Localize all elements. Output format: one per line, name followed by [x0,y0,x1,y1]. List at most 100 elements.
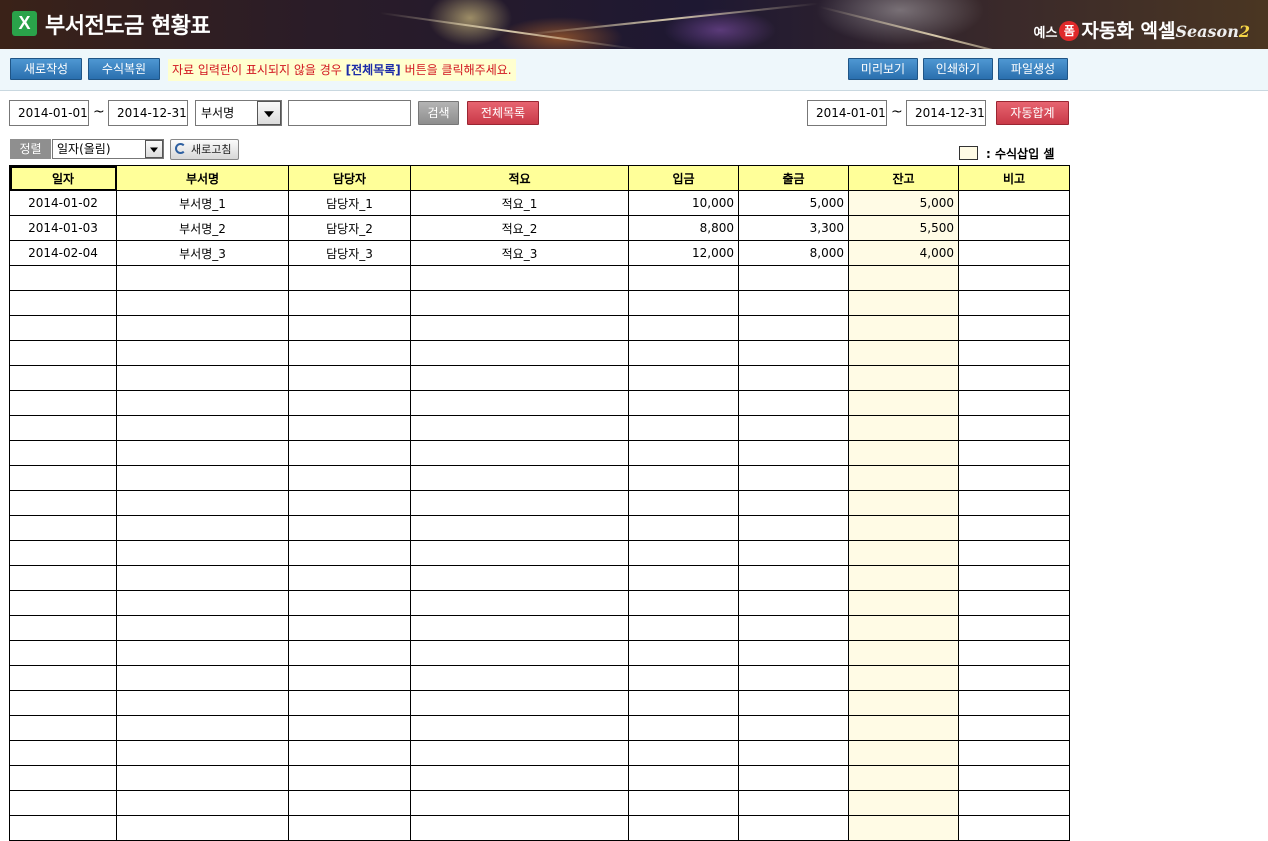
cell-department[interactable] [116,315,289,341]
cell-balance[interactable] [848,740,959,766]
column-header-deposit[interactable]: 입금 [628,165,739,191]
column-header-manager[interactable]: 담당자 [288,165,411,191]
cell-department[interactable] [116,340,289,366]
cell-withdrawal[interactable] [738,615,849,641]
cell-department[interactable] [116,815,289,841]
cell-manager[interactable] [288,615,411,641]
cell-description[interactable] [410,265,629,291]
cell-description[interactable]: 적요_3 [410,240,629,266]
column-header-balance[interactable]: 잔고 [848,165,959,191]
cell-manager[interactable] [288,665,411,691]
column-header-description[interactable]: 적요 [410,165,629,191]
cell-balance[interactable] [848,540,959,566]
cell-withdrawal[interactable] [738,440,849,466]
cell-department[interactable] [116,540,289,566]
cell-manager[interactable] [288,565,411,591]
cell-note[interactable] [958,465,1070,491]
cell-withdrawal[interactable]: 5,000 [738,190,849,216]
cell-deposit[interactable] [628,690,739,716]
cell-deposit[interactable] [628,665,739,691]
cell-balance[interactable] [848,290,959,316]
cell-manager[interactable] [288,815,411,841]
cell-deposit[interactable] [628,265,739,291]
cell-description[interactable] [410,365,629,391]
cell-description[interactable] [410,390,629,416]
cell-note[interactable] [958,215,1070,241]
cell-date[interactable] [9,340,117,366]
cell-description[interactable] [410,715,629,741]
cell-date[interactable] [9,490,117,516]
cell-deposit[interactable] [628,640,739,666]
cell-date[interactable] [9,440,117,466]
cell-description[interactable] [410,565,629,591]
cell-description[interactable] [410,615,629,641]
create-file-button[interactable]: 파일생성 [998,58,1068,80]
cell-department[interactable]: 부서명_1 [116,190,289,216]
cell-withdrawal[interactable] [738,765,849,791]
column-header-department[interactable]: 부서명 [116,165,289,191]
cell-deposit[interactable] [628,765,739,791]
cell-deposit[interactable]: 10,000 [628,190,739,216]
cell-withdrawal[interactable] [738,815,849,841]
column-header-withdrawal[interactable]: 출금 [738,165,849,191]
cell-manager[interactable] [288,765,411,791]
cell-withdrawal[interactable] [738,740,849,766]
cell-department[interactable] [116,415,289,441]
cell-note[interactable] [958,615,1070,641]
preview-button[interactable]: 미리보기 [848,58,918,80]
column-header-note[interactable]: 비고 [958,165,1070,191]
cell-balance[interactable] [848,315,959,341]
cell-manager[interactable]: 담당자_1 [288,190,411,216]
cell-description[interactable] [410,765,629,791]
cell-date[interactable] [9,740,117,766]
cell-balance[interactable] [848,590,959,616]
cell-description[interactable] [410,590,629,616]
cell-manager[interactable] [288,440,411,466]
cell-date[interactable] [9,640,117,666]
cell-withdrawal[interactable] [738,490,849,516]
cell-deposit[interactable] [628,490,739,516]
cell-department[interactable] [116,390,289,416]
cell-department[interactable] [116,740,289,766]
column-header-date[interactable]: 일자 [9,165,117,191]
restore-formula-button[interactable]: 수식복원 [88,58,160,80]
cell-withdrawal[interactable] [738,715,849,741]
cell-description[interactable] [410,740,629,766]
cell-balance[interactable] [848,715,959,741]
cell-withdrawal[interactable] [738,690,849,716]
cell-balance[interactable] [848,640,959,666]
cell-description[interactable] [410,465,629,491]
cell-deposit[interactable] [628,540,739,566]
cell-manager[interactable] [288,540,411,566]
cell-manager[interactable]: 담당자_2 [288,215,411,241]
cell-balance[interactable] [848,815,959,841]
cell-department[interactable] [116,640,289,666]
cell-note[interactable] [958,665,1070,691]
cell-manager[interactable] [288,415,411,441]
cell-balance[interactable] [848,665,959,691]
cell-deposit[interactable] [628,415,739,441]
cell-date[interactable] [9,690,117,716]
cell-balance[interactable]: 4,000 [848,240,959,266]
cell-balance[interactable]: 5,000 [848,190,959,216]
cell-balance[interactable] [848,690,959,716]
cell-withdrawal[interactable] [738,415,849,441]
end-date-input[interactable]: 2014-12-31 [108,100,188,126]
cell-note[interactable] [958,765,1070,791]
cell-withdrawal[interactable] [738,590,849,616]
cell-description[interactable] [410,290,629,316]
cell-withdrawal[interactable] [738,365,849,391]
refresh-button[interactable]: 새로고침 [170,139,239,160]
print-button[interactable]: 인쇄하기 [923,58,993,80]
cell-withdrawal[interactable] [738,565,849,591]
cell-description[interactable] [410,340,629,366]
start-date-input[interactable]: 2014-01-01 [9,100,89,126]
cell-withdrawal[interactable] [738,340,849,366]
cell-date[interactable] [9,590,117,616]
cell-deposit[interactable] [628,465,739,491]
cell-deposit[interactable] [628,715,739,741]
cell-withdrawal[interactable]: 8,000 [738,240,849,266]
cell-manager[interactable] [288,340,411,366]
cell-deposit[interactable] [628,815,739,841]
cell-date[interactable] [9,365,117,391]
